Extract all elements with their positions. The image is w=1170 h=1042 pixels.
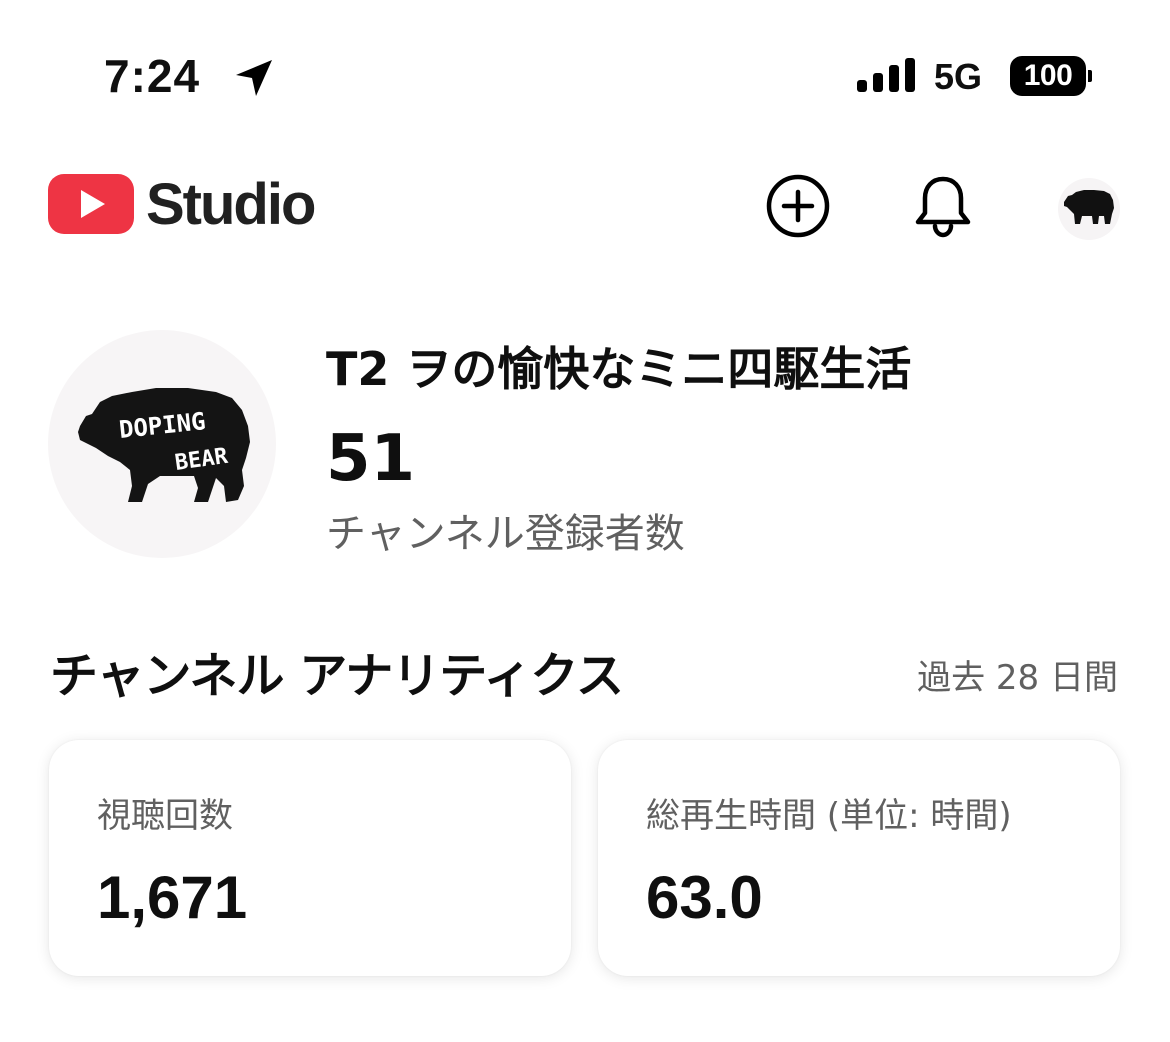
youtube-logo-icon[interactable] xyxy=(48,174,134,234)
studio-screen: 7:24 5G 100 Studio DOPING BEAR T2 ヲの愉快なミ… xyxy=(0,0,1170,1042)
bear-avatar-icon xyxy=(1064,190,1114,224)
doping-bear-logo: DOPING BEAR xyxy=(78,388,250,502)
period-label: 過去 28 日間 xyxy=(917,658,1118,698)
views-card[interactable]: 視聴回数 1,671 xyxy=(49,740,571,976)
channel-avatar[interactable]: DOPING BEAR xyxy=(48,330,276,558)
views-label: 視聴回数 xyxy=(97,796,233,836)
watch-time-value: 63.0 xyxy=(646,864,763,931)
subscriber-count: 51 xyxy=(326,422,416,496)
analytics-title: チャンネル アナリティクス xyxy=(50,648,624,704)
bell-icon[interactable] xyxy=(910,173,976,239)
battery-level: 100 xyxy=(1010,56,1086,96)
account-avatar[interactable] xyxy=(1058,178,1120,240)
watch-time-card[interactable]: 総再生時間 (単位: 時間) 63.0 xyxy=(598,740,1120,976)
network-type: 5G xyxy=(934,56,983,97)
battery-cap xyxy=(1088,70,1092,82)
location-arrow-icon xyxy=(236,60,272,96)
create-plus-icon[interactable] xyxy=(765,173,831,239)
battery-icon: 100 xyxy=(1010,56,1092,96)
views-value: 1,671 xyxy=(97,864,248,931)
watch-time-label: 総再生時間 (単位: 時間) xyxy=(646,796,1012,836)
cellular-signal-icon xyxy=(857,58,915,92)
studio-logo-text[interactable]: Studio xyxy=(146,172,316,238)
status-time: 7:24 xyxy=(104,50,201,102)
channel-name: T2 ヲの愉快なミニ四駆生活 xyxy=(326,342,912,396)
subscriber-label: チャンネル登録者数 xyxy=(326,511,685,557)
